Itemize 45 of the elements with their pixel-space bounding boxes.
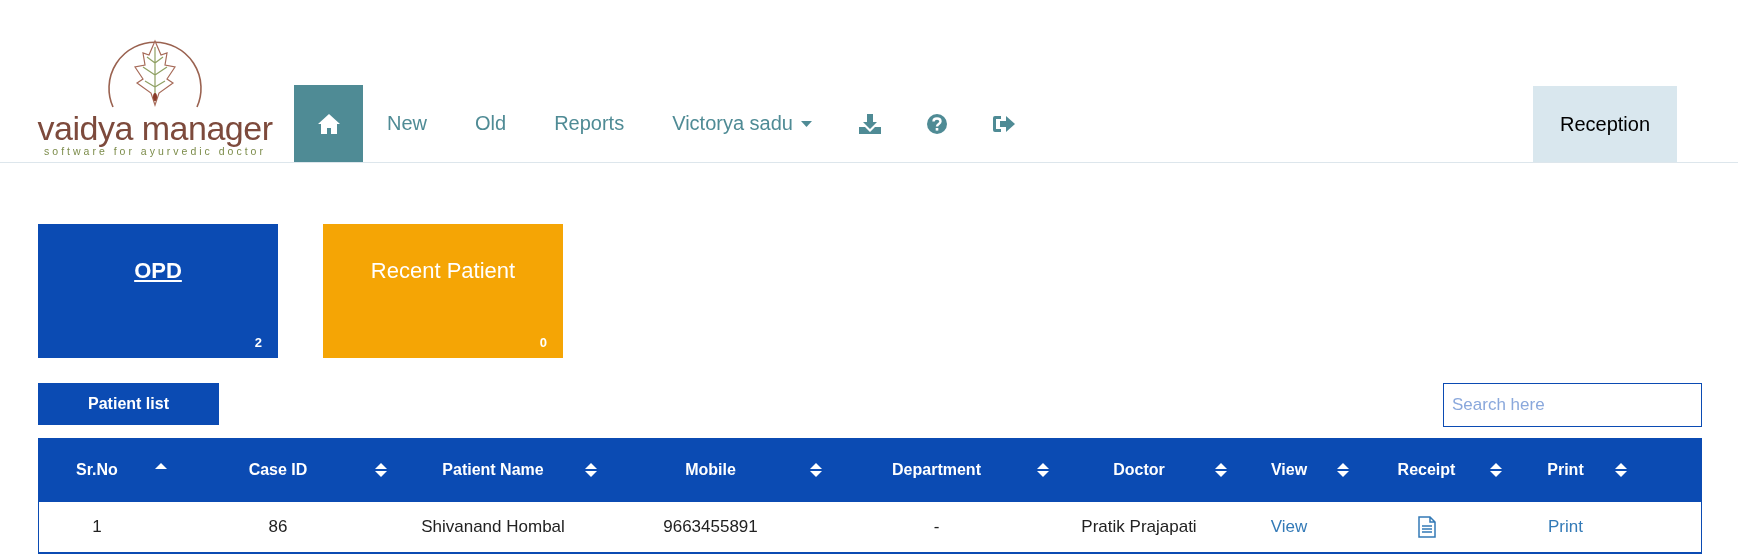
tile-count: 2: [254, 335, 262, 350]
column-header[interactable]: Sr.No: [39, 461, 155, 479]
sort-icon[interactable]: [1215, 463, 1227, 477]
sort-icon[interactable]: [1337, 463, 1349, 477]
download-icon[interactable]: [858, 112, 882, 135]
column-header[interactable]: Department: [836, 461, 1037, 479]
column-header[interactable]: Doctor: [1063, 461, 1215, 479]
logo-name: vaidya manager: [37, 111, 273, 145]
counter-tile[interactable]: OPD 2: [38, 224, 278, 358]
sort-icon[interactable]: [1615, 463, 1627, 477]
caret-icon: [801, 120, 812, 127]
column-header[interactable]: Case ID: [181, 461, 375, 479]
sort-icon[interactable]: [585, 463, 597, 477]
role-badge: Reception: [1533, 86, 1677, 162]
sort-icon[interactable]: [1490, 463, 1502, 477]
help-icon[interactable]: [926, 112, 948, 135]
table-link[interactable]: View: [1270, 517, 1308, 537]
tile-count: 0: [539, 335, 547, 350]
table-cell: Shivanand Hombal: [421, 517, 565, 537]
search-field[interactable]: Search here: [1443, 383, 1702, 427]
column-header[interactable]: Print: [1516, 461, 1615, 479]
table-link[interactable]: Print: [1548, 517, 1583, 537]
home-button[interactable]: [294, 85, 363, 162]
nav-link[interactable]: Old: [451, 85, 531, 162]
tile-title: Recent Patient: [369, 257, 517, 284]
sort-icon[interactable]: [810, 463, 822, 477]
document-icon[interactable]: [1417, 516, 1436, 538]
table-cell: -: [933, 517, 940, 537]
column-header[interactable]: Patient Name: [401, 461, 585, 479]
nav-link[interactable]: Reports: [530, 85, 649, 162]
column-header[interactable]: Receipt: [1363, 461, 1490, 479]
home-icon: [316, 112, 341, 135]
logout-icon[interactable]: [992, 113, 1016, 134]
column-header[interactable]: Mobile: [611, 461, 810, 479]
table-cell: 1: [92, 517, 102, 537]
table-cell: 9663455891: [663, 517, 758, 537]
table-cell: 86: [268, 517, 288, 537]
tile-title: OPD: [133, 257, 183, 284]
sort-icon[interactable]: [1037, 463, 1049, 477]
nav-link[interactable]: New: [363, 85, 451, 162]
column-header[interactable]: View: [1241, 461, 1337, 479]
user-menu[interactable]: Victorya sadu: [648, 85, 836, 162]
patient-list-button[interactable]: Patient list: [38, 383, 219, 425]
sort-icon[interactable]: [375, 463, 387, 477]
table-cell: Pratik Prajapati: [1081, 517, 1197, 537]
